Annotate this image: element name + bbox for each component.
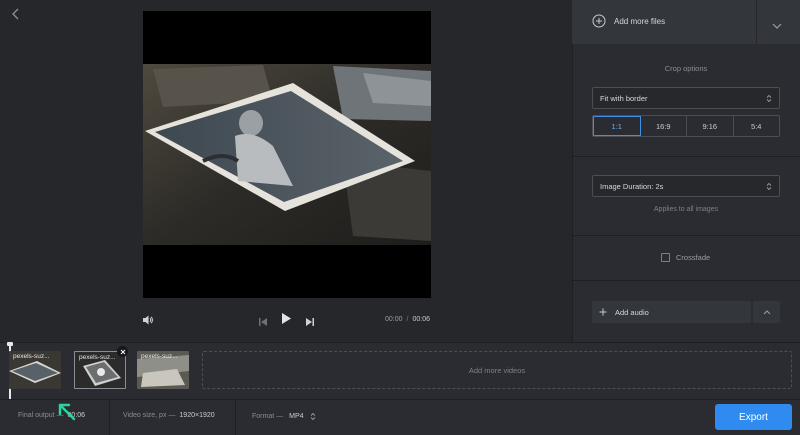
bottom-divider — [235, 400, 236, 435]
back-button[interactable] — [8, 6, 24, 22]
add-audio-label: Add audio — [615, 307, 649, 317]
playhead-handle[interactable] — [7, 342, 13, 346]
video-size-value: 1920×1920 — [179, 412, 215, 419]
close-icon — [120, 349, 125, 354]
header-divider — [756, 0, 757, 44]
bottom-divider — [109, 400, 110, 435]
add-files-label: Add more files — [614, 16, 666, 26]
crop-mode-value: Fit with border — [600, 93, 648, 103]
thumb-label: pexels-suz... — [141, 353, 178, 360]
panel-divider — [572, 235, 800, 236]
ratio-5-4[interactable]: 5:4 — [734, 116, 780, 136]
add-more-videos-dropzone[interactable]: Add more videos — [202, 351, 792, 389]
duration-value: Image Duration: 2s — [600, 181, 664, 191]
timeline-thumb-3[interactable]: pexels-suz... — [137, 351, 189, 389]
volume-button[interactable] — [142, 313, 156, 327]
speaker-icon — [143, 315, 153, 325]
skip-forward-icon — [306, 318, 314, 326]
play-icon — [282, 313, 291, 324]
settings-panel — [572, 0, 800, 342]
add-audio-button[interactable]: Add audio — [592, 301, 751, 323]
duration-select[interactable]: Image Duration: 2s — [592, 175, 780, 197]
export-button[interactable]: Export — [715, 404, 792, 430]
time-current: 00:00 — [385, 316, 403, 323]
plus-icon — [599, 308, 607, 316]
timeline-thumb-1[interactable]: pexels-suz... — [9, 351, 61, 389]
panel-divider — [572, 156, 800, 157]
chevron-down-icon — [772, 23, 782, 29]
panel-divider — [572, 280, 800, 281]
play-button[interactable] — [280, 312, 294, 326]
format-value: MP4 — [289, 413, 304, 420]
add-more-videos-label: Add more videos — [468, 365, 526, 375]
time-total: 00:06 — [412, 316, 431, 323]
thumb-label: pexels-suz... — [79, 354, 116, 361]
next-button[interactable] — [305, 314, 317, 326]
ratio-9-16[interactable]: 9:16 — [687, 116, 734, 136]
remove-thumb-button[interactable] — [117, 346, 128, 357]
duration-note: Applies to all images — [653, 206, 719, 213]
plus-circle-icon — [592, 14, 606, 28]
crossfade-toggle[interactable]: Crossfade — [661, 253, 710, 262]
timeline-thumb-2[interactable]: pexels-suz... — [74, 351, 126, 389]
crossfade-label: Crossfade — [676, 253, 711, 262]
hint-arrow — [56, 401, 78, 423]
chevron-left-icon — [12, 8, 19, 20]
audio-options-button[interactable] — [753, 301, 780, 323]
crossfade-checkbox[interactable] — [661, 253, 670, 262]
add-files-button[interactable]: Add more files — [592, 14, 665, 28]
bottom-bar — [0, 399, 800, 435]
previous-button[interactable] — [258, 314, 270, 326]
video-preview — [143, 11, 431, 298]
thumb-label: pexels-suz... — [13, 353, 50, 360]
video-size-info: Video size, px — 1920×1920 — [123, 412, 215, 419]
format-select[interactable]: Format — MP4 — [252, 412, 316, 421]
format-label: Format — — [252, 413, 284, 420]
time-display: 00:00 / 00:06 — [385, 316, 430, 323]
chevron-up-icon — [763, 310, 770, 315]
select-arrows-icon — [766, 94, 772, 102]
select-arrows-icon — [766, 182, 772, 190]
select-arrows-icon — [310, 412, 315, 421]
ratio-16-9[interactable]: 16:9 — [641, 116, 687, 136]
video-size-label: Video size, px — — [123, 412, 176, 419]
arrow-up-left-icon — [58, 403, 76, 421]
crop-options-title: Crop options — [664, 64, 708, 73]
aspect-ratio-group: 1:1 16:9 9:16 5:4 — [592, 115, 780, 137]
time-separator: / — [406, 316, 409, 323]
crop-mode-select[interactable]: Fit with border — [592, 87, 780, 109]
preview-photo — [143, 11, 431, 298]
expand-files-button[interactable] — [772, 17, 784, 29]
skip-back-icon — [259, 318, 267, 326]
ratio-1-1[interactable]: 1:1 — [593, 116, 641, 136]
